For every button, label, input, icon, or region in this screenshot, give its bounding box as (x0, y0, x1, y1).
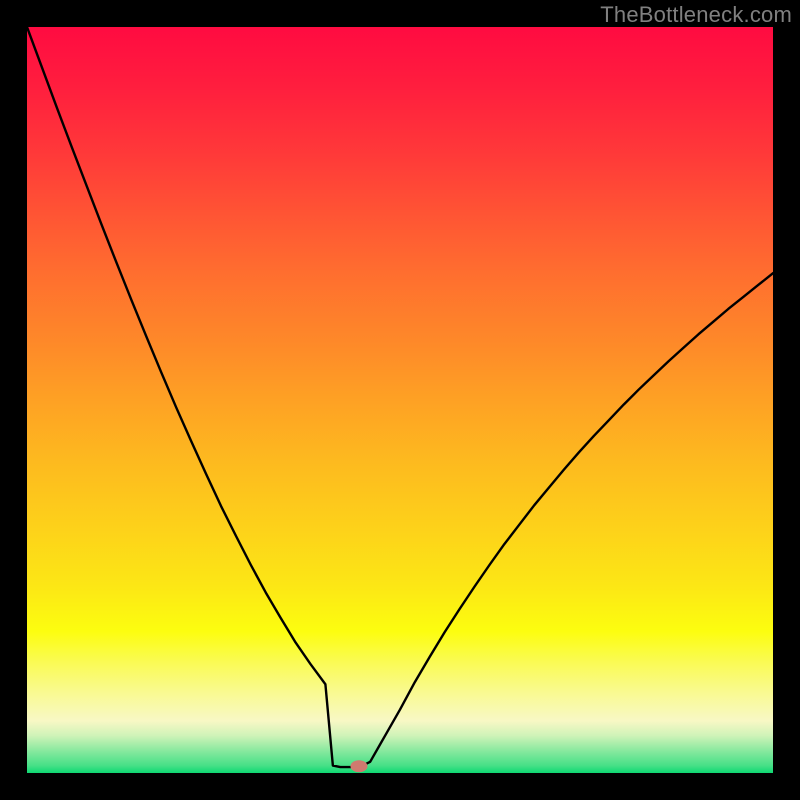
chart-background (27, 27, 773, 773)
optimal-marker (350, 760, 367, 772)
chart-svg (27, 27, 773, 773)
chart-frame: TheBottleneck.com (0, 0, 800, 800)
plot-area (27, 27, 773, 773)
watermark-text: TheBottleneck.com (600, 2, 792, 28)
